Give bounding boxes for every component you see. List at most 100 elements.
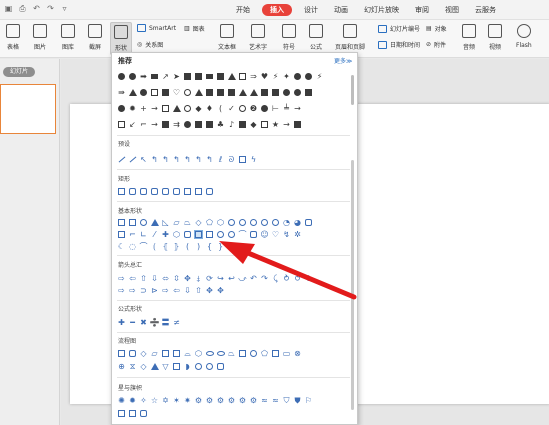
shape-item[interactable]: ↰	[205, 155, 214, 164]
shape-item[interactable]	[139, 187, 148, 196]
shape-item[interactable]: ⚙	[216, 396, 225, 405]
formula-button[interactable]: 公式	[309, 22, 323, 51]
shape-item[interactable]: →	[150, 120, 159, 129]
shape-item[interactable]	[271, 88, 280, 97]
shape-item[interactable]: ⬡	[216, 218, 225, 227]
shape-item[interactable]	[227, 230, 236, 239]
shape-item[interactable]: ⧖	[128, 362, 137, 371]
shape-item[interactable]: ⌐	[139, 120, 148, 129]
table-button[interactable]: 表格	[6, 22, 20, 51]
shape-item[interactable]: ⌓	[183, 349, 192, 358]
shape-item[interactable]	[161, 187, 170, 196]
tab-animation[interactable]: 动画	[326, 4, 356, 16]
datetime-button[interactable]: 日期和时间	[378, 40, 420, 49]
shape-item[interactable]: ◗	[183, 362, 192, 371]
shape-item[interactable]: ⟳	[205, 274, 214, 283]
slide-number-button[interactable]: 幻灯片编号	[378, 24, 420, 33]
shape-item[interactable]	[238, 88, 247, 97]
tab-view[interactable]: 视图	[437, 4, 467, 16]
shape-item[interactable]: ⇨	[117, 274, 126, 283]
shape-item[interactable]: ⊗	[293, 349, 302, 358]
shape-item[interactable]: ↰	[183, 155, 192, 164]
shape-item[interactable]: ℓ	[216, 155, 225, 164]
shape-item[interactable]	[128, 218, 137, 227]
shape-item[interactable]: ╧	[282, 104, 291, 113]
shape-item[interactable]: ↰	[194, 155, 203, 164]
shape-item[interactable]: ⚙	[194, 396, 203, 405]
symbol-button[interactable]: 符号	[282, 22, 296, 51]
shape-item[interactable]	[249, 230, 258, 239]
shape-item[interactable]: ◇	[194, 218, 203, 227]
shape-item[interactable]: ✺	[117, 396, 126, 405]
audio-button[interactable]: 音频	[462, 22, 476, 51]
shape-item[interactable]: ♥	[260, 72, 269, 81]
shape-item[interactable]	[128, 72, 137, 81]
shape-item[interactable]: ↰	[161, 155, 170, 164]
shape-item[interactable]	[183, 187, 192, 196]
shape-item[interactable]: ⚙	[249, 396, 258, 405]
shape-item[interactable]: }	[216, 242, 225, 251]
shape-item[interactable]: +	[139, 104, 148, 113]
shape-item[interactable]: ✖	[139, 318, 148, 327]
shape-item[interactable]: ♦	[205, 104, 214, 113]
shape-item[interactable]: ⦄	[172, 242, 181, 251]
shape-item[interactable]: ⬠	[260, 349, 269, 358]
shape-item[interactable]: →	[293, 104, 302, 113]
shape-item[interactable]: ⥀	[293, 274, 302, 283]
shape-item[interactable]	[260, 88, 269, 97]
shape-item[interactable]	[238, 72, 247, 81]
dropdown-scrollbar[interactable]	[351, 160, 354, 410]
shape-item[interactable]: ⁄	[150, 230, 159, 239]
object-button[interactable]: ▤ 对象	[426, 24, 447, 33]
shape-item[interactable]	[238, 120, 247, 129]
shape-item[interactable]: ➡	[139, 72, 148, 81]
shape-item[interactable]: ⇨	[117, 286, 126, 295]
shape-item[interactable]	[128, 88, 137, 97]
shape-item[interactable]	[161, 88, 170, 97]
shape-item[interactable]	[205, 349, 214, 358]
shape-item[interactable]	[161, 120, 170, 129]
picture-button[interactable]: 图片	[33, 22, 47, 51]
shape-item[interactable]: ◔	[282, 218, 291, 227]
shape-item[interactable]: ⚡	[315, 72, 324, 81]
shape-item[interactable]	[238, 349, 247, 358]
shape-item[interactable]	[183, 72, 192, 81]
shape-item[interactable]: ▱	[172, 218, 181, 227]
shape-item[interactable]: ━	[128, 318, 137, 327]
shape-item[interactable]	[117, 409, 126, 418]
shape-item[interactable]	[238, 104, 247, 113]
tab-review[interactable]: 审阅	[407, 4, 437, 16]
shape-item[interactable]: ⟮	[150, 242, 159, 251]
shape-item[interactable]: ⥁	[282, 274, 291, 283]
chart-button[interactable]: ▥ 图表	[184, 24, 205, 33]
shape-item[interactable]: ↶	[249, 274, 258, 283]
shape-item[interactable]	[128, 187, 137, 196]
shape-item[interactable]	[293, 120, 302, 129]
shape-item[interactable]: ≈	[271, 396, 280, 405]
shape-item[interactable]: ▽	[161, 362, 170, 371]
shape-item[interactable]: ⊢	[271, 104, 280, 113]
shape-item[interactable]: ⬡	[194, 349, 203, 358]
shape-item[interactable]	[117, 120, 126, 129]
shape-item[interactable]: ⬄	[161, 274, 170, 283]
shape-item[interactable]: ◕	[293, 218, 302, 227]
shape-item[interactable]	[117, 187, 126, 196]
shape-item[interactable]: ⇦	[172, 286, 181, 295]
shape-item[interactable]	[205, 362, 214, 371]
shape-item[interactable]	[117, 72, 126, 81]
textbox-button[interactable]: 文本框	[218, 22, 236, 51]
shape-item[interactable]: {	[205, 242, 214, 251]
shape-item[interactable]: ✡	[161, 396, 170, 405]
shape-item[interactable]: ↰	[172, 155, 181, 164]
shape-item[interactable]: ☾	[117, 242, 126, 251]
shape-item[interactable]: →	[150, 104, 159, 113]
shape-item[interactable]: ★	[271, 120, 280, 129]
shape-item[interactable]	[161, 349, 170, 358]
attachment-button[interactable]: ⊘ 附件	[426, 40, 446, 49]
shape-item[interactable]	[304, 72, 313, 81]
shape-item[interactable]	[282, 88, 291, 97]
shape-item[interactable]: ⇧	[139, 274, 148, 283]
shape-item[interactable]	[172, 104, 181, 113]
shape-item[interactable]: ✚	[161, 230, 170, 239]
shape-item[interactable]	[205, 88, 214, 97]
